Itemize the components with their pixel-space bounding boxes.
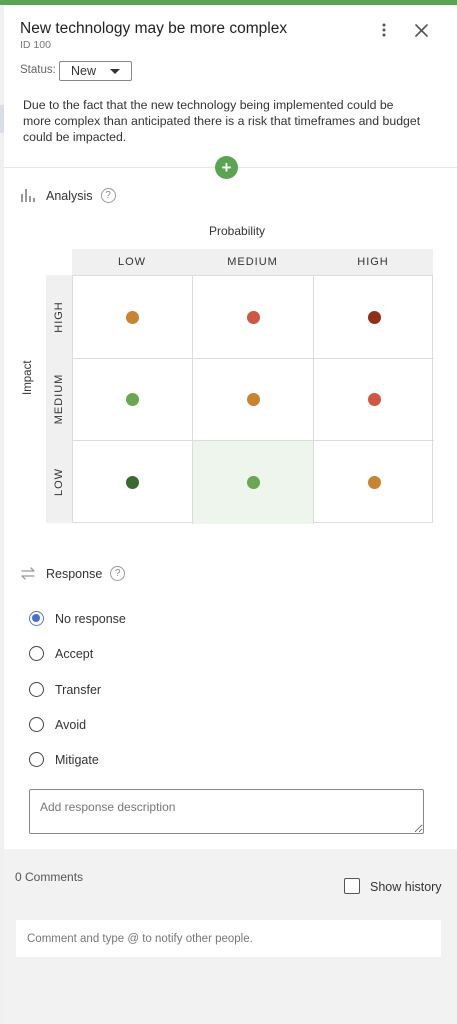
row-header-low: LOW: [46, 440, 72, 523]
risk-level-dot: [246, 476, 260, 489]
show-history-label[interactable]: Show history: [370, 880, 442, 894]
risk-id: ID 100: [20, 39, 51, 51]
more-vertical-icon: [382, 23, 386, 37]
row-label-low: LOW: [53, 467, 65, 496]
analysis-help-glyph: ?: [105, 190, 111, 201]
risk-level-dot: [126, 476, 139, 489]
risk-level-dot: [367, 393, 381, 406]
impact-axis-label: Impact: [22, 360, 34, 395]
radio-button[interactable]: [29, 682, 44, 697]
probability-axis-label: Probability: [209, 224, 266, 238]
bar-chart-icon: [21, 189, 35, 202]
risk-level-dot: [246, 393, 260, 406]
matrix-cell-medium-medium[interactable]: [193, 359, 314, 441]
close-button[interactable]: [410, 20, 432, 40]
analysis-heading: Analysis: [46, 188, 93, 203]
matrix-cell-low-low[interactable]: [73, 441, 193, 524]
matrix-cell-medium-low[interactable]: [73, 359, 193, 441]
matrix-cell-low-medium[interactable]: [193, 441, 314, 524]
caret-down-icon: [110, 69, 120, 74]
risk-level-dot: [367, 476, 381, 489]
show-history-checkbox[interactable]: [344, 878, 360, 894]
risk-title[interactable]: New technology may be more complex: [20, 20, 287, 38]
matrix-cell-medium-high[interactable]: [314, 359, 434, 441]
row-header-high: HIGH: [46, 275, 72, 358]
matrix-cell-high-low[interactable]: [73, 276, 193, 359]
response-option-avoid[interactable]: Avoid: [29, 717, 86, 732]
option-label: Avoid: [55, 717, 87, 732]
matrix-cell-low-high[interactable]: [314, 441, 434, 524]
response-option-accept[interactable]: Accept: [29, 646, 93, 661]
option-label: No response: [55, 611, 126, 626]
response-option-no-response[interactable]: No response: [29, 611, 126, 626]
swap-arrows-icon: [21, 567, 35, 580]
row-header-medium: MEDIUM: [46, 358, 72, 440]
status-dropdown[interactable]: New: [59, 61, 132, 81]
col-header-low: LOW: [72, 249, 192, 275]
risk-level-dot: [126, 310, 139, 324]
matrix-cell-high-high[interactable]: [314, 276, 434, 359]
analysis-header: Analysis ?: [20, 188, 116, 203]
response-option-mitigate[interactable]: Mitigate: [29, 752, 99, 767]
col-header-medium: MEDIUM: [192, 249, 313, 275]
response-header: Response ?: [20, 566, 126, 581]
question-icon[interactable]: ?: [110, 566, 126, 581]
response-heading: Response: [46, 566, 103, 581]
option-label: Mitigate: [55, 752, 99, 767]
status-value: New: [71, 64, 97, 78]
risk-level-dot: [367, 310, 381, 324]
response-help-glyph: ?: [115, 568, 121, 579]
radio-button[interactable]: [29, 717, 44, 732]
row-label-high: HIGH: [53, 300, 65, 333]
risk-level-dot: [246, 310, 260, 324]
close-icon: [414, 23, 428, 37]
matrix-cell-high-medium[interactable]: [193, 276, 314, 359]
more-options-button[interactable]: [375, 20, 393, 40]
radio-button[interactable]: [29, 611, 44, 626]
plus-icon: +: [221, 158, 232, 177]
response-description-field[interactable]: [29, 789, 424, 834]
risk-level-dot: [126, 393, 139, 406]
comments-count: 0 Comments: [15, 870, 84, 884]
col-header-high: HIGH: [313, 249, 433, 275]
response-option-transfer[interactable]: Transfer: [29, 682, 101, 697]
comment-input[interactable]: [16, 920, 441, 957]
radio-button[interactable]: [29, 752, 44, 767]
question-icon[interactable]: ?: [100, 188, 116, 203]
row-label-medium: MEDIUM: [53, 373, 65, 425]
add-button[interactable]: +: [215, 156, 238, 179]
risk-description[interactable]: Due to the fact that the new technology …: [23, 97, 423, 145]
radio-button[interactable]: [29, 646, 44, 661]
option-label: Transfer: [55, 682, 102, 697]
option-label: Accept: [55, 646, 94, 661]
status-label: Status:: [20, 64, 56, 76]
risk-matrix: [72, 275, 434, 524]
